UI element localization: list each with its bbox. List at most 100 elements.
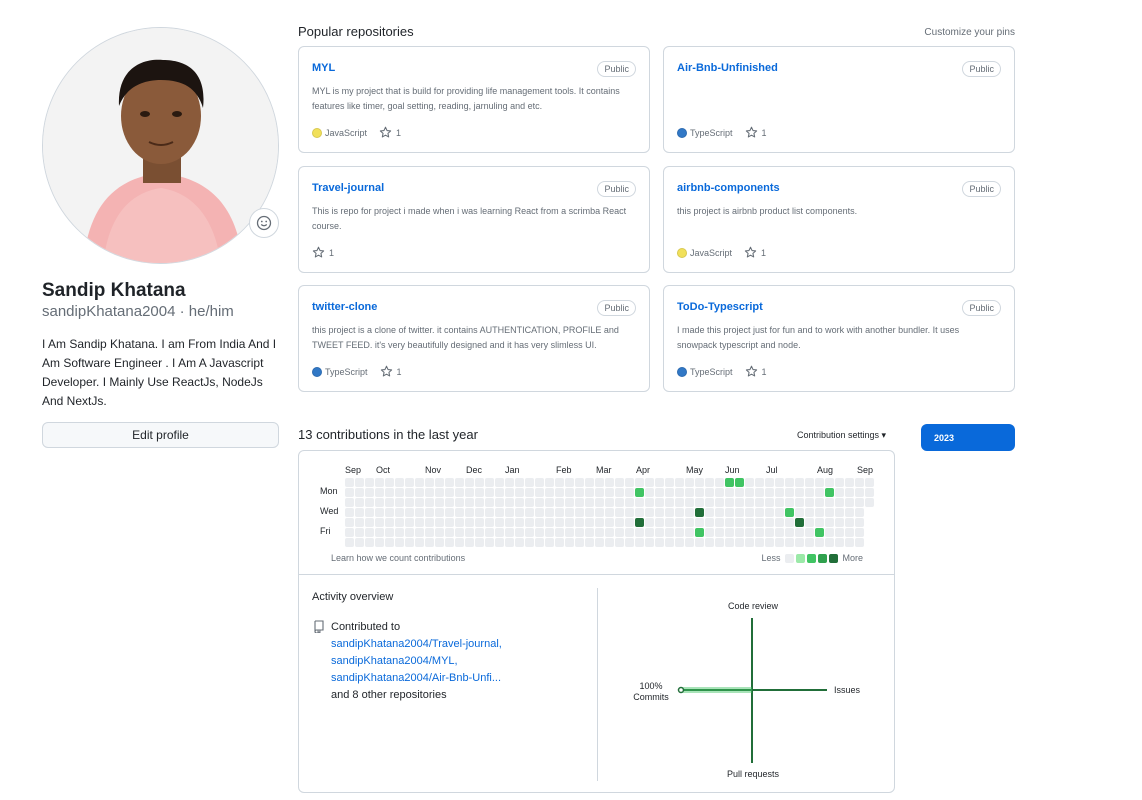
contribution-day[interactable] xyxy=(715,508,724,517)
contribution-day[interactable] xyxy=(545,528,554,537)
repo-stars-link[interactable]: 1 xyxy=(745,126,767,139)
contribution-day[interactable] xyxy=(445,528,454,537)
contribution-day[interactable] xyxy=(725,488,734,497)
contribution-day[interactable] xyxy=(555,498,564,507)
contribution-day[interactable] xyxy=(645,518,654,527)
contribution-day[interactable] xyxy=(345,508,354,517)
contribution-day[interactable] xyxy=(485,508,494,517)
contribution-day[interactable] xyxy=(515,488,524,497)
contribution-day[interactable] xyxy=(845,528,854,537)
contribution-day[interactable] xyxy=(685,528,694,537)
contribution-day[interactable] xyxy=(855,528,864,537)
contribution-day[interactable] xyxy=(815,478,824,487)
contribution-day[interactable] xyxy=(575,488,584,497)
contribution-day[interactable] xyxy=(665,518,674,527)
contribution-day[interactable] xyxy=(625,478,634,487)
contribution-day[interactable] xyxy=(645,488,654,497)
contribution-day[interactable] xyxy=(685,478,694,487)
contribution-day[interactable] xyxy=(835,478,844,487)
contribution-day[interactable] xyxy=(665,478,674,487)
contribution-day[interactable] xyxy=(435,488,444,497)
contribution-day[interactable] xyxy=(375,508,384,517)
contribution-day[interactable] xyxy=(715,518,724,527)
contribution-day[interactable] xyxy=(655,518,664,527)
contribution-day[interactable] xyxy=(715,528,724,537)
contribution-day[interactable] xyxy=(595,538,604,547)
contribution-day[interactable] xyxy=(565,538,574,547)
contribution-day[interactable] xyxy=(535,498,544,507)
contribution-day[interactable] xyxy=(825,538,834,547)
contribution-day[interactable] xyxy=(845,498,854,507)
contribution-day[interactable] xyxy=(765,498,774,507)
contribution-day[interactable] xyxy=(725,538,734,547)
contribution-day[interactable] xyxy=(815,528,824,537)
repo-name-link[interactable]: ToDo-Typescript xyxy=(677,301,763,313)
contribution-day[interactable] xyxy=(625,528,634,537)
contribution-day[interactable] xyxy=(405,488,414,497)
contribution-day[interactable] xyxy=(785,488,794,497)
contribution-day[interactable] xyxy=(565,508,574,517)
contribution-day[interactable] xyxy=(695,518,704,527)
contribution-day[interactable] xyxy=(445,478,454,487)
contribution-day[interactable] xyxy=(745,518,754,527)
contribution-day[interactable] xyxy=(405,478,414,487)
contribution-day[interactable] xyxy=(475,538,484,547)
learn-contributions-link[interactable]: Learn how we count contributions xyxy=(331,553,465,563)
contribution-day[interactable] xyxy=(385,488,394,497)
contribution-day[interactable] xyxy=(775,498,784,507)
contribution-day[interactable] xyxy=(845,508,854,517)
contribution-day[interactable] xyxy=(355,478,364,487)
contribution-day[interactable] xyxy=(485,488,494,497)
contribution-day[interactable] xyxy=(715,478,724,487)
contribution-day[interactable] xyxy=(625,538,634,547)
contribution-day[interactable] xyxy=(605,518,614,527)
contribution-day[interactable] xyxy=(695,528,704,537)
contribution-day[interactable] xyxy=(505,518,514,527)
contribution-day[interactable] xyxy=(595,488,604,497)
contribution-day[interactable] xyxy=(565,528,574,537)
contribution-day[interactable] xyxy=(755,478,764,487)
contribution-day[interactable] xyxy=(605,478,614,487)
contribution-day[interactable] xyxy=(345,498,354,507)
contributed-repo-link[interactable]: sandipKhatana2004/Travel-journal, xyxy=(331,636,502,653)
contribution-day[interactable] xyxy=(375,488,384,497)
repo-name-link[interactable]: MYL xyxy=(312,62,335,74)
contribution-day[interactable] xyxy=(495,488,504,497)
contribution-day[interactable] xyxy=(705,528,714,537)
contribution-day[interactable] xyxy=(805,518,814,527)
contribution-day[interactable] xyxy=(365,478,374,487)
contribution-day[interactable] xyxy=(585,488,594,497)
contribution-day[interactable] xyxy=(385,478,394,487)
contribution-day[interactable] xyxy=(395,488,404,497)
contribution-day[interactable] xyxy=(805,488,814,497)
contribution-day[interactable] xyxy=(655,508,664,517)
contribution-day[interactable] xyxy=(495,498,504,507)
contribution-day[interactable] xyxy=(815,488,824,497)
contribution-day[interactable] xyxy=(655,478,664,487)
contribution-day[interactable] xyxy=(785,478,794,487)
contribution-day[interactable] xyxy=(845,538,854,547)
contribution-day[interactable] xyxy=(555,478,564,487)
contribution-day[interactable] xyxy=(825,508,834,517)
contribution-day[interactable] xyxy=(745,538,754,547)
contribution-day[interactable] xyxy=(705,538,714,547)
contribution-day[interactable] xyxy=(565,518,574,527)
contribution-day[interactable] xyxy=(635,528,644,537)
contribution-day[interactable] xyxy=(425,498,434,507)
contribution-day[interactable] xyxy=(635,498,644,507)
contribution-day[interactable] xyxy=(505,498,514,507)
contribution-day[interactable] xyxy=(665,508,674,517)
contribution-day[interactable] xyxy=(405,518,414,527)
contribution-day[interactable] xyxy=(735,518,744,527)
contribution-day[interactable] xyxy=(635,518,644,527)
repo-name-link[interactable]: twitter-clone xyxy=(312,301,377,313)
contribution-day[interactable] xyxy=(615,518,624,527)
contribution-day[interactable] xyxy=(585,508,594,517)
contribution-day[interactable] xyxy=(545,518,554,527)
contribution-day[interactable] xyxy=(625,488,634,497)
contribution-day[interactable] xyxy=(695,478,704,487)
contribution-day[interactable] xyxy=(565,488,574,497)
contribution-day[interactable] xyxy=(705,488,714,497)
contributed-repo-link[interactable]: sandipKhatana2004/Air-Bnb-Unfi... xyxy=(331,670,502,687)
contribution-day[interactable] xyxy=(585,518,594,527)
